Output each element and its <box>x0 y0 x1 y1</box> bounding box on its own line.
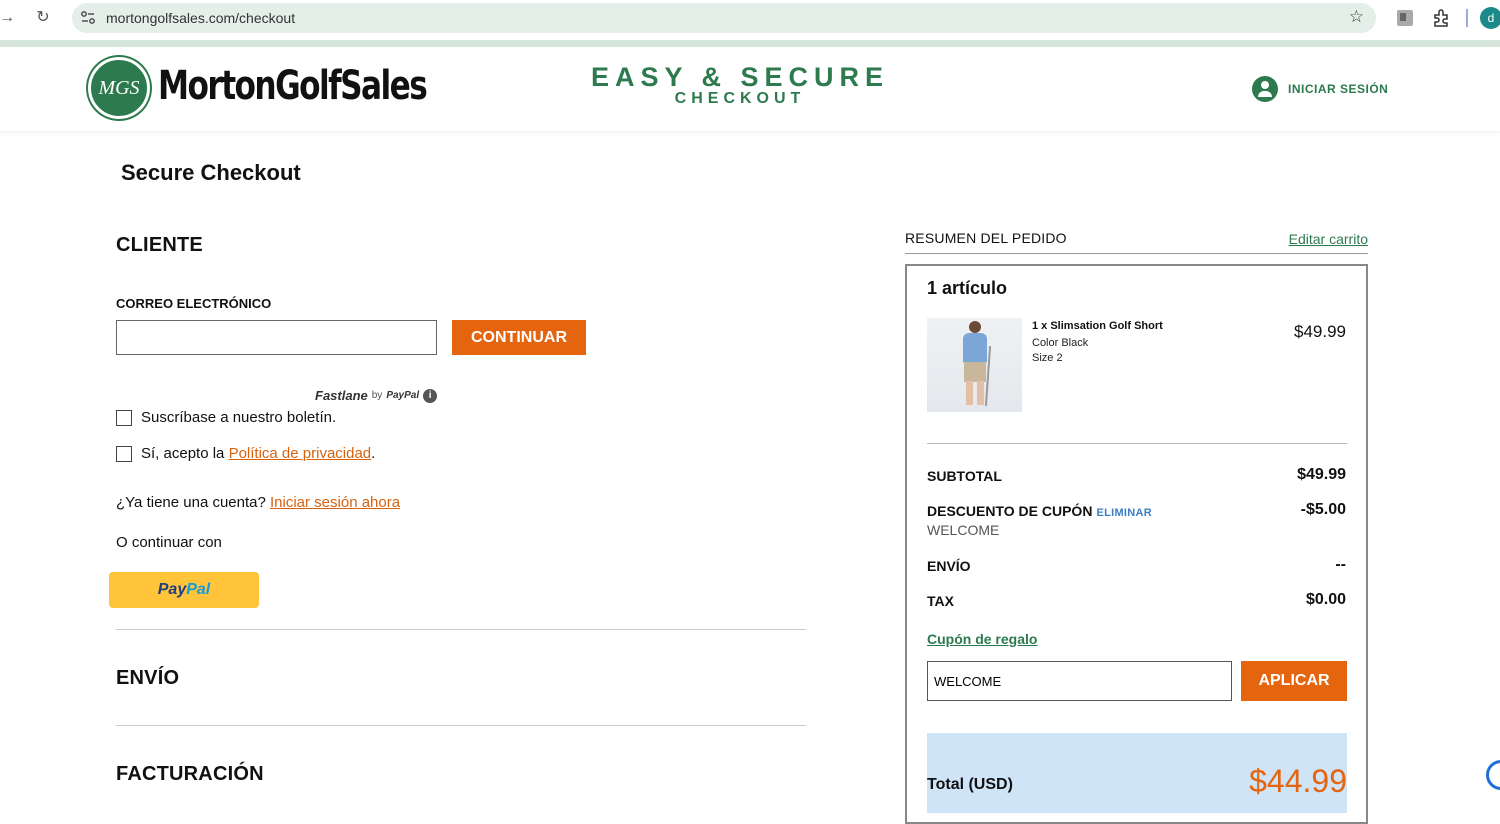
coupon-discount-row: DESCUENTO DE CUPÓN ELIMINAR <box>927 503 1152 519</box>
newsletter-option[interactable]: Suscríbase a nuestro boletín. <box>116 409 336 426</box>
bookmark-star-icon[interactable]: ☆ <box>1349 7 1364 27</box>
logo-wordmark: MortonGolfSales <box>158 63 428 109</box>
toolbar-separator <box>1466 9 1468 27</box>
email-label: CORREO ELECTRÓNICO <box>116 296 272 311</box>
section-divider <box>116 725 806 726</box>
login-now-link[interactable]: Iniciar sesión ahora <box>270 494 400 511</box>
product-color: Color Black <box>1032 337 1089 349</box>
gift-coupon-link[interactable]: Cupón de regalo <box>927 631 1037 647</box>
total-value: $44.99 <box>1249 763 1347 799</box>
items-count: 1 artículo <box>927 278 1008 298</box>
shipping-value: -- <box>1335 556 1346 573</box>
email-field[interactable] <box>116 320 437 355</box>
order-summary: 1 artículo 1 x Slimsation Golf Short Col… <box>905 264 1368 824</box>
coupon-discount-label: DESCUENTO DE CUPÓN <box>927 503 1093 519</box>
account-prompt-text: ¿Ya tiene una cuenta? <box>116 494 270 511</box>
fastlane-label: Fastlane <box>315 388 368 403</box>
tagline-main: EASY & SECURE <box>590 62 890 92</box>
toolbar-divider <box>0 40 1500 47</box>
shipping-section-title[interactable]: ENVÍO <box>116 667 179 690</box>
section-divider <box>116 629 806 630</box>
billing-section-title[interactable]: FACTURACIÓN <box>116 763 264 786</box>
paypal-logo-pay: Pay <box>157 581 187 598</box>
privacy-text: Sí, acepto la Política de privacidad. <box>141 445 375 462</box>
fastlane-badge: Fastlane by PayPal i <box>315 388 438 403</box>
coupon-code-input[interactable] <box>927 661 1232 701</box>
fastlane-by: by <box>371 390 383 401</box>
paypal-logo-pal: Pal <box>186 581 211 598</box>
shipping-label: ENVÍO <box>927 558 971 574</box>
extension-icon[interactable] <box>1394 7 1416 29</box>
product-name: 1 x Slimsation Golf Short <box>1032 320 1163 332</box>
forward-icon[interactable]: → <box>0 7 20 29</box>
order-summary-title: RESUMEN DEL PEDIDO <box>905 230 1067 246</box>
tax-label: TAX <box>927 593 954 609</box>
edit-cart-link[interactable]: Editar carrito <box>1289 231 1368 247</box>
privacy-suffix: . <box>371 445 376 462</box>
total-label: Total (USD) <box>927 776 1013 793</box>
summary-divider <box>927 443 1347 444</box>
logo-badge: MGS <box>88 57 150 119</box>
site-logo[interactable]: MGS MortonGolfSales <box>88 57 428 119</box>
continue-button[interactable]: CONTINUAR <box>452 320 586 355</box>
address-bar[interactable]: mortongolfsales.com/checkout ☆ <box>72 3 1376 33</box>
newsletter-checkbox[interactable] <box>116 409 132 426</box>
applied-coupon-code: WELCOME <box>927 522 1000 538</box>
apply-coupon-button[interactable]: APLICAR <box>1241 661 1347 701</box>
product-image <box>927 318 1022 412</box>
customer-section-title: CLIENTE <box>116 234 203 256</box>
chat-widget-icon[interactable] <box>1486 760 1500 790</box>
discount-value: -$5.00 <box>1300 501 1346 518</box>
order-total: Total (USD) $44.99 <box>927 733 1347 813</box>
info-icon[interactable]: i <box>423 388 438 403</box>
user-account-icon <box>1252 76 1278 102</box>
privacy-policy-link[interactable]: Política de privacidad <box>229 445 372 462</box>
order-summary-header: RESUMEN DEL PEDIDO Editar carrito <box>905 229 1368 254</box>
site-settings-icon[interactable] <box>80 10 96 26</box>
checkout-tagline: EASY & SECURE CHECKOUT <box>540 62 940 108</box>
remove-coupon-link[interactable]: ELIMINAR <box>1096 507 1152 519</box>
account-prompt: ¿Ya tiene una cuenta? Iniciar sesión aho… <box>116 494 400 511</box>
url-text[interactable]: mortongolfsales.com/checkout <box>106 10 295 26</box>
product-size: Size 2 <box>1032 352 1063 364</box>
product-price: $49.99 <box>1294 322 1346 341</box>
page-title: Secure Checkout <box>121 160 301 185</box>
privacy-option[interactable]: Sí, acepto la Política de privacidad. <box>116 445 375 462</box>
tax-value: $0.00 <box>1305 591 1346 608</box>
subtotal-label: SUBTOTAL <box>927 468 1002 484</box>
login-label: INICIAR SESIÓN <box>1288 82 1389 96</box>
browser-toolbar: → ↻ mortongolfsales.com/checkout ☆ d <box>0 0 1500 40</box>
paypal-button[interactable]: PayPal <box>109 572 259 608</box>
or-continue-label: O continuar con <box>116 534 222 551</box>
subtotal-value: $49.99 <box>1297 466 1346 483</box>
header-login-link[interactable]: INICIAR SESIÓN <box>1252 75 1388 103</box>
site-header: MGS MortonGolfSales EASY & SECURE CHECKO… <box>0 47 1500 131</box>
puzzle-extensions-icon[interactable] <box>1430 7 1452 29</box>
fastlane-paypal: PayPal <box>386 390 420 401</box>
newsletter-label: Suscríbase a nuestro boletín. <box>141 409 337 426</box>
profile-avatar[interactable]: d <box>1480 7 1500 29</box>
privacy-prefix: Sí, acepto la <box>141 445 229 462</box>
reload-icon[interactable]: ↻ <box>30 7 56 29</box>
privacy-checkbox[interactable] <box>116 445 132 462</box>
